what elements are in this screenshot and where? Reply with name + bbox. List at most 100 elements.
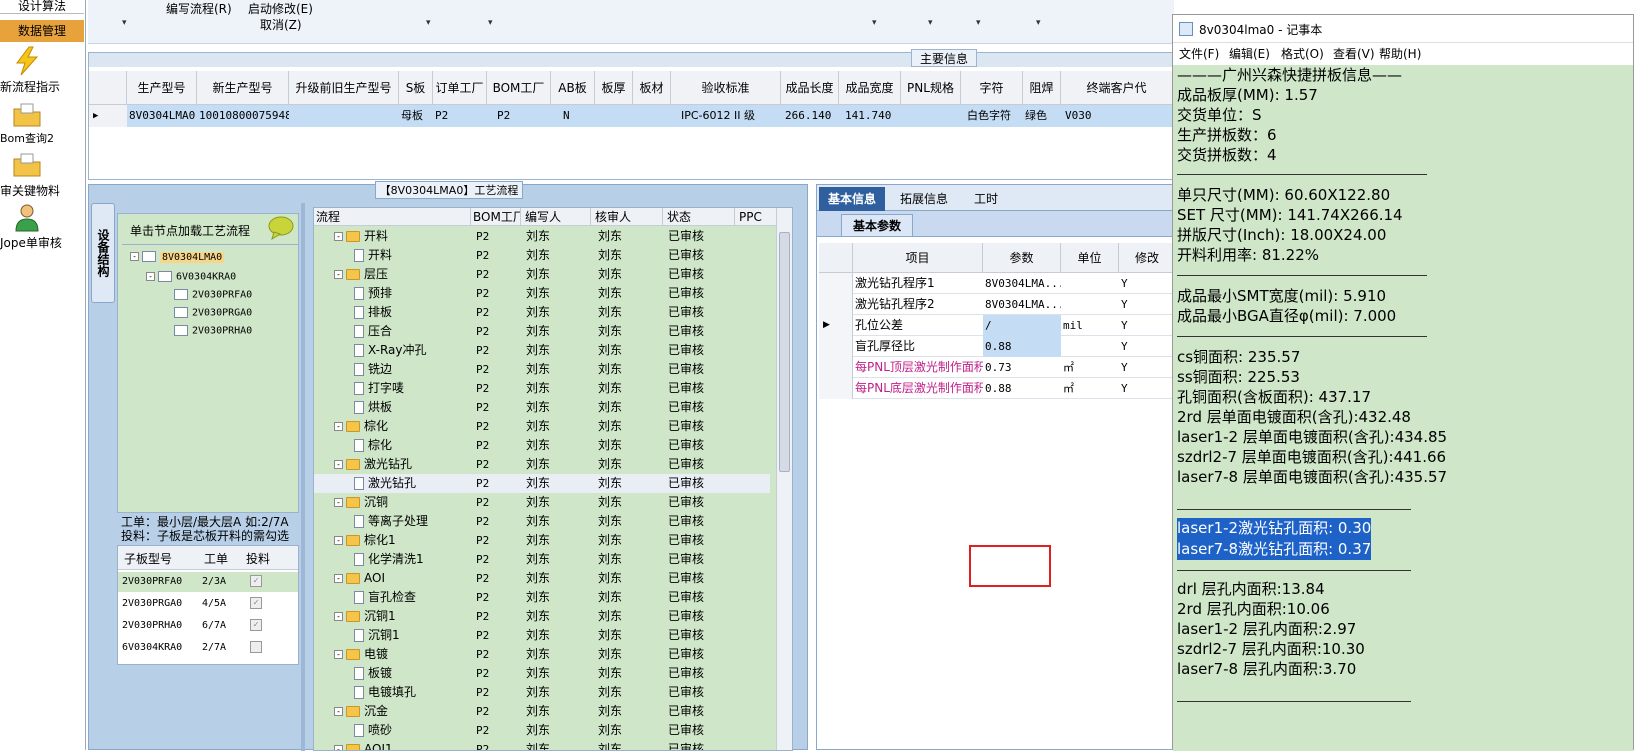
table-row[interactable]: 化学清洗1 P2 刘东 刘东 已审核 xyxy=(314,550,770,569)
table-row[interactable]: 打字唛 P2 刘东 刘东 已审核 xyxy=(314,379,770,398)
flow-scrollbar[interactable] xyxy=(776,208,792,750)
tree-node[interactable]: 2V030PRGA0 xyxy=(174,307,252,319)
col-header[interactable]: BOM工厂 xyxy=(470,208,520,226)
table-row[interactable]: - 电镀 P2 刘东 刘东 已审核 xyxy=(314,645,770,664)
dropdown-arrow-icon[interactable]: ▾ xyxy=(122,18,127,28)
table-row[interactable]: - 开料 P2 刘东 刘东 已审核 xyxy=(314,227,770,246)
table-row[interactable]: 棕化 P2 刘东 刘东 已审核 xyxy=(314,436,770,455)
table-row[interactable]: 开料 P2 刘东 刘东 已审核 xyxy=(314,246,770,265)
cell-solder-mask[interactable]: 绿色 xyxy=(1025,105,1061,127)
table-row[interactable]: X-Ray冲孔 P2 刘东 刘东 已审核 xyxy=(314,341,770,360)
col-header[interactable]: 子板型号 xyxy=(124,550,188,567)
nav-jope-review[interactable]: Jope单审核 xyxy=(0,234,84,251)
col-header[interactable]: 订单工厂 xyxy=(433,71,487,105)
cell-width[interactable]: 141.740 xyxy=(845,105,901,127)
table-row[interactable]: - AOI P2 刘东 刘东 已审核 xyxy=(314,569,770,588)
tree-node[interactable]: 2V030PRFA0 xyxy=(174,289,252,301)
tab-basic-info[interactable]: 基本信息 xyxy=(819,187,885,211)
col-header[interactable]: 字符 xyxy=(961,71,1023,105)
dropdown-arrow-icon[interactable]: ▾ xyxy=(426,18,431,28)
col-header[interactable]: 项目 xyxy=(853,243,983,273)
col-header[interactable]: S板 xyxy=(399,71,433,105)
start-modify-button[interactable]: 启动修改(E) xyxy=(248,0,313,17)
col-header[interactable]: AB板 xyxy=(551,71,595,105)
param-value[interactable]: 8V0304LMA... xyxy=(983,294,1061,315)
table-row[interactable]: 激光钻孔程序2 8V0304LMA... Y xyxy=(819,294,1173,315)
col-header[interactable]: 验收标准 xyxy=(671,71,781,105)
param-value[interactable]: 0.73 xyxy=(983,357,1061,378)
row-selector[interactable] xyxy=(819,378,853,399)
tree-node[interactable]: 2V030PRHA0 xyxy=(174,325,252,337)
col-header[interactable]: 成品长度 xyxy=(781,71,839,105)
dropdown-arrow-icon[interactable]: ▾ xyxy=(1036,18,1041,28)
collapse-icon[interactable]: - xyxy=(334,745,343,750)
cell-ab-board[interactable]: N xyxy=(563,105,595,127)
dropdown-arrow-icon[interactable]: ▾ xyxy=(488,18,493,28)
tree-node[interactable]: -8V0304LMA0 xyxy=(130,251,225,263)
collapse-icon[interactable]: - xyxy=(334,270,343,279)
folder-icon[interactable] xyxy=(12,150,42,180)
col-header[interactable]: 参数 xyxy=(983,243,1061,273)
menu-format[interactable]: 格式(O) xyxy=(1281,43,1324,65)
cell-standard[interactable]: IPC-6012 II 级 xyxy=(681,105,781,127)
user-icon[interactable] xyxy=(12,202,42,232)
param-value[interactable]: / xyxy=(983,315,1061,336)
cell-s-board[interactable]: 母板 xyxy=(401,105,433,127)
table-row[interactable]: - 层压 P2 刘东 刘东 已审核 xyxy=(314,265,770,284)
menu-file[interactable]: 文件(F) xyxy=(1179,43,1219,65)
table-row[interactable]: 铣边 P2 刘东 刘东 已审核 xyxy=(314,360,770,379)
cell-new-model[interactable]: 10010800075948 xyxy=(199,105,289,127)
collapse-icon[interactable]: - xyxy=(334,498,343,507)
table-row[interactable]: 盲孔厚径比 0.88 Y xyxy=(819,336,1173,357)
col-header[interactable]: 工单 xyxy=(204,550,244,567)
collapse-icon[interactable]: - xyxy=(334,232,343,241)
row-selector-icon[interactable]: ▶ xyxy=(89,105,127,127)
row-selector[interactable] xyxy=(819,357,853,378)
col-header[interactable]: 板厚 xyxy=(595,71,633,105)
col-header[interactable]: 升级前旧生产型号 xyxy=(289,71,399,105)
col-header[interactable]: 成品宽度 xyxy=(839,71,901,105)
dropdown-arrow-icon[interactable]: ▾ xyxy=(872,18,877,28)
lightning-icon[interactable] xyxy=(12,46,42,76)
row-selector[interactable]: ▶ xyxy=(819,315,853,336)
dropdown-arrow-icon[interactable]: ▾ xyxy=(928,18,933,28)
cell-prod-model[interactable]: 8V0304LMA0 xyxy=(129,105,197,127)
col-header[interactable]: 状态 xyxy=(662,208,734,226)
table-row[interactable]: ▶ 孔位公差 / mil Y xyxy=(819,315,1173,336)
table-row[interactable]: 喷砂 P2 刘东 刘东 已审核 xyxy=(314,721,770,740)
col-header[interactable]: 生产型号 xyxy=(127,71,197,105)
cell-character[interactable]: 白色字符 xyxy=(967,105,1023,127)
cell-order-factory[interactable]: P2 xyxy=(435,105,487,127)
col-header[interactable]: 板材 xyxy=(633,71,671,105)
col-header[interactable]: 核审人 xyxy=(590,208,662,226)
device-structure-tab[interactable]: 设备结构 xyxy=(91,203,115,303)
feed-checkbox[interactable]: ✓ xyxy=(250,597,262,609)
cell-thickness[interactable] xyxy=(597,105,633,127)
collapse-icon[interactable]: - xyxy=(334,536,343,545)
notepad-titlebar[interactable]: 8v0304lma0 - 记事本 xyxy=(1173,15,1633,43)
tree-node[interactable]: -6V0304KRA0 xyxy=(146,271,236,283)
table-row[interactable]: 激光钻孔程序1 8V0304LMA... Y xyxy=(819,273,1173,294)
cell-bom-factory[interactable]: P2 xyxy=(497,105,551,127)
table-row[interactable]: - 沉铜1 P2 刘东 刘东 已审核 xyxy=(314,607,770,626)
param-value[interactable]: 8V0304LMA... xyxy=(983,273,1061,294)
col-header[interactable]: 修改 xyxy=(1119,243,1173,273)
table-row[interactable]: 压合 P2 刘东 刘东 已审核 xyxy=(314,322,770,341)
table-row[interactable]: - AOI1 P2 刘东 刘东 已审核 xyxy=(314,740,770,750)
collapse-icon[interactable]: - xyxy=(334,707,343,716)
cancel-button[interactable]: 取消(Z) xyxy=(260,16,302,33)
tab-work-hours[interactable]: 工时 xyxy=(963,187,1009,211)
nav-new-flow[interactable]: 新流程指示 xyxy=(0,78,84,95)
cell-material[interactable] xyxy=(635,105,671,127)
table-row[interactable]: 板镀 P2 刘东 刘东 已审核 xyxy=(314,664,770,683)
table-row[interactable]: 等离子处理 P2 刘东 刘东 已审核 xyxy=(314,512,770,531)
table-row[interactable]: 盲孔检查 P2 刘东 刘东 已审核 xyxy=(314,588,770,607)
nav-design-algorithm[interactable]: 设计算法 xyxy=(0,0,84,14)
menu-edit[interactable]: 编辑(E) xyxy=(1229,43,1270,65)
folder-icon[interactable] xyxy=(12,100,42,130)
nav-bom-query[interactable]: Bom查询2 xyxy=(0,130,84,146)
table-row[interactable]: - 沉金 P2 刘东 刘东 已审核 xyxy=(314,702,770,721)
col-header[interactable]: 新生产型号 xyxy=(197,71,289,105)
table-row[interactable]: 6V0304KRA0 2/7A xyxy=(118,638,298,658)
row-selector[interactable] xyxy=(819,336,853,357)
